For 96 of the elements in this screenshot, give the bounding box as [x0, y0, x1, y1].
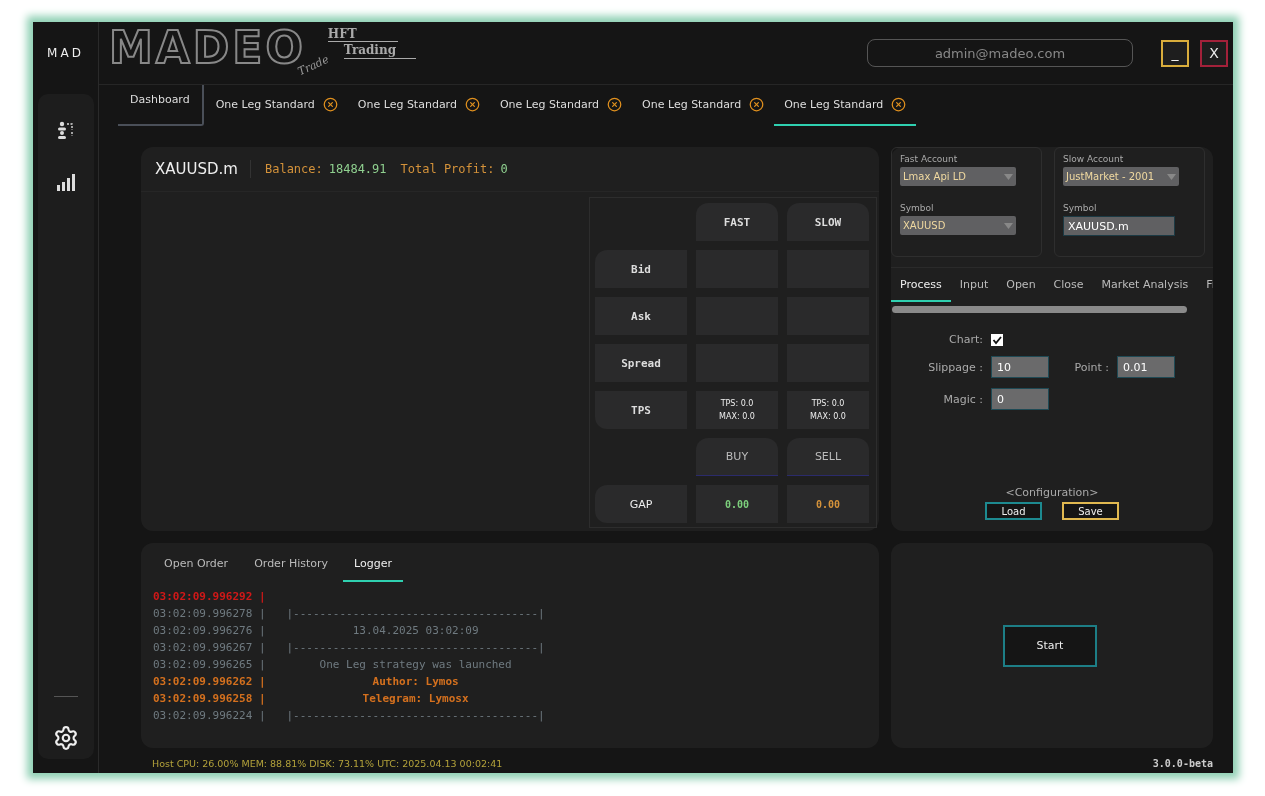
- log-tab[interactable]: Logger: [343, 549, 403, 582]
- tab[interactable]: One Leg Standard: [205, 85, 348, 126]
- tab[interactable]: One Leg Standard: [489, 85, 633, 126]
- log-tab[interactable]: Open Order: [153, 549, 240, 582]
- settings-tab[interactable]: Market Analysis: [1092, 268, 1198, 302]
- log-message: 13.04.2025 03:02:09: [352, 624, 479, 637]
- log-timestamp: 03:02:09.996262 |: [153, 675, 266, 688]
- symbol-label: Symbol: [900, 203, 935, 213]
- symbol-dropdown[interactable]: XAUUSD: [900, 216, 1016, 235]
- scroll-bar[interactable]: [892, 306, 1187, 313]
- close-tab-icon[interactable]: [464, 97, 480, 112]
- log-timestamp: 03:02:09.996276 |: [153, 624, 266, 637]
- log-timestamp: 03:02:09.996278 |: [153, 607, 266, 620]
- row-label: GAP: [595, 485, 687, 523]
- account-dropdown[interactable]: Lmax Api LD: [900, 167, 1016, 186]
- tab-label: One Leg Standard: [784, 98, 884, 111]
- settings-tab[interactable]: Fi: [1197, 268, 1213, 302]
- log-message: One Leg strategy was launched: [319, 658, 512, 671]
- minimize-button[interactable]: _: [1161, 39, 1189, 67]
- caret-icon: [1004, 222, 1013, 229]
- settings-tab[interactable]: Input: [950, 268, 998, 302]
- settings-tab[interactable]: Close: [1044, 268, 1093, 302]
- tab-label: One Leg Standard: [357, 98, 457, 111]
- point-field[interactable]: 0.01: [1117, 356, 1175, 378]
- save-button[interactable]: Save: [1062, 502, 1119, 520]
- logo-tagline: Trading: [343, 42, 416, 59]
- tab[interactable]: One Leg Standard: [347, 85, 490, 126]
- log-message: |-------------------------------------|: [286, 607, 545, 620]
- point-label: Point :: [1073, 360, 1109, 374]
- account-dropdown[interactable]: JustMarket - 2001: [1063, 167, 1179, 186]
- close-tab-icon[interactable]: [749, 97, 765, 112]
- tps-text: MAX: 0.0: [719, 412, 755, 421]
- sell-button[interactable]: SELL: [787, 438, 869, 476]
- profit-label: Total Profit:: [400, 162, 495, 176]
- close-tab-icon[interactable]: [322, 97, 338, 112]
- chart-label: Chart:: [948, 333, 983, 346]
- user-email: admin@madeo.com: [867, 39, 1133, 67]
- log-message: Telegram: Lymosx: [362, 692, 469, 705]
- magic-label: Magic :: [942, 392, 983, 406]
- buy-button[interactable]: BUY: [696, 438, 778, 476]
- settings-tab[interactable]: Process: [891, 268, 951, 302]
- row-label: Ask: [595, 297, 687, 335]
- symbol-label: Symbol: [1063, 203, 1098, 213]
- brand-label: MAD: [47, 45, 84, 62]
- row-label: Bid: [595, 250, 687, 288]
- settings-icon[interactable]: [52, 725, 79, 751]
- quote-cell: 0.00: [787, 485, 869, 523]
- configuration-label: <Configuration>: [1005, 486, 1099, 499]
- log-message: |-------------------------------------|: [286, 641, 545, 654]
- tab-label: One Leg Standard: [499, 98, 600, 111]
- log-timestamp: 03:02:09.996224 |: [153, 709, 266, 722]
- people-icon: [55, 120, 76, 140]
- account-label: Slow Account: [1063, 154, 1125, 164]
- tps-text: TPS: 0.0: [811, 399, 845, 408]
- close-tab-icon[interactable]: [891, 97, 907, 112]
- log-timestamp: 03:02:09.996267 |: [153, 641, 266, 654]
- symbol-title: XAUUSD.m: [155, 160, 251, 178]
- log-timestamp: 03:02:09.996292 |: [153, 590, 266, 603]
- tab-label: One Leg Standard: [642, 98, 742, 111]
- caret-icon: [1004, 173, 1013, 180]
- caret-icon: [1167, 173, 1176, 180]
- tab[interactable]: One Leg Standard: [774, 85, 917, 126]
- slippage-field[interactable]: 10: [991, 356, 1049, 378]
- close-button[interactable]: X: [1200, 39, 1228, 67]
- tab[interactable]: One Leg Standard: [632, 85, 775, 126]
- start-button[interactable]: Start: [1003, 624, 1097, 667]
- log-tab[interactable]: Order History: [243, 549, 340, 582]
- log-timestamp: 03:02:09.996265 |: [153, 658, 266, 671]
- symbol-field[interactable]: XAUUSD.m: [1063, 216, 1175, 236]
- load-button[interactable]: Load: [985, 502, 1042, 520]
- chart-checkbox[interactable]: [991, 333, 1003, 346]
- log-message: |-------------------------------------|: [286, 709, 545, 722]
- log-timestamp: 03:02:09.996258 |: [153, 692, 266, 705]
- settings-tab[interactable]: Open: [997, 268, 1045, 302]
- tab-label: One Leg Standard: [215, 98, 315, 111]
- profit-value: 0: [500, 162, 508, 176]
- balance-label: Balance:: [264, 162, 323, 176]
- balance-value: 18484.91: [328, 162, 387, 176]
- magic-field[interactable]: 0: [991, 388, 1049, 410]
- column-header: FAST: [696, 203, 778, 241]
- version-label: 3.0.0-beta: [1152, 758, 1213, 769]
- row-label: TPS: [595, 391, 687, 429]
- account-label: Fast Account: [900, 154, 959, 164]
- tab-label: Dashboard: [130, 93, 190, 106]
- tps-text: TPS: 0.0: [720, 399, 754, 408]
- column-header: SLOW: [787, 203, 869, 241]
- signal-bars-icon: [55, 173, 76, 191]
- host-stats: Host CPU: 26.00% MEM: 88.81% DISK: 73.11% UTC: 2025.04.13 00:02:41: [152, 758, 503, 769]
- log-message: Author: Lymos: [372, 675, 459, 688]
- row-label: Spread: [595, 344, 687, 382]
- tab[interactable]: Dashboard: [118, 85, 204, 126]
- slippage-label: Slippage :: [927, 360, 983, 374]
- tps-text: MAX: 0.0: [810, 412, 846, 421]
- quote-cell: 0.00: [696, 485, 778, 523]
- close-tab-icon[interactable]: [607, 97, 623, 112]
- logo-tagline: HFT: [327, 27, 398, 42]
